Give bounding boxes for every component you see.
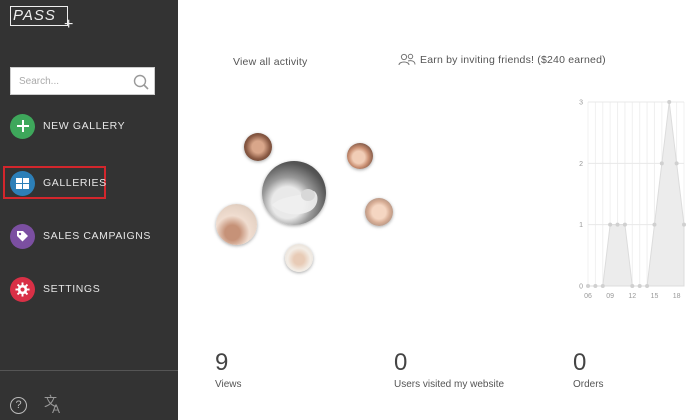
tag-icon bbox=[10, 223, 35, 249]
search-icon[interactable] bbox=[132, 73, 150, 91]
chart-point bbox=[586, 284, 590, 288]
orders-label: Orders bbox=[573, 379, 604, 390]
website-visits-stat: 0 Users visited my website bbox=[394, 349, 505, 391]
translate-icon[interactable]: 文A bbox=[44, 395, 60, 417]
sales-campaigns-label: SALES CAMPAIGNS bbox=[43, 230, 152, 242]
logo[interactable]: PASS + bbox=[10, 6, 74, 33]
chart-point bbox=[674, 161, 679, 166]
people-icon bbox=[398, 53, 416, 66]
photo-bubble-right[interactable] bbox=[365, 198, 393, 226]
sidebar-divider bbox=[0, 370, 178, 371]
chart-y-tick-label: 0 bbox=[579, 284, 583, 291]
website-visits-label: Users visited my website bbox=[394, 379, 505, 390]
galleries-button[interactable]: GALLERIES bbox=[0, 167, 178, 199]
settings-label: SETTINGS bbox=[43, 283, 101, 295]
chart-point bbox=[659, 161, 664, 166]
views-label: Views bbox=[215, 379, 242, 390]
settings-button[interactable]: SETTINGS bbox=[0, 273, 178, 305]
new-gallery-button[interactable]: NEW GALLERY bbox=[0, 110, 178, 142]
new-gallery-label: NEW GALLERY bbox=[43, 120, 126, 132]
chart-point bbox=[667, 100, 672, 104]
website-visits-value: 0 bbox=[394, 349, 408, 376]
sales-campaigns-button[interactable]: SALES CAMPAIGNS bbox=[0, 220, 178, 252]
chart-point bbox=[622, 222, 627, 227]
chart-y-tick-label: 2 bbox=[579, 161, 583, 168]
activity-chart: 012306 09 12 15 18 bbox=[579, 100, 686, 300]
chart-x-tick-label: 06 bbox=[584, 293, 592, 300]
search-box bbox=[10, 67, 155, 95]
chart-point bbox=[593, 284, 598, 288]
gear-icon bbox=[10, 276, 35, 302]
chart-point bbox=[652, 222, 657, 227]
photo-bubble-top-left[interactable] bbox=[244, 133, 272, 161]
chart-y-tick-label: 1 bbox=[579, 222, 583, 229]
chart-x-tick-label: 09 bbox=[606, 293, 614, 300]
chart-point bbox=[637, 284, 642, 288]
chart-x-tick-label: 18 bbox=[673, 293, 681, 300]
chart-point bbox=[615, 222, 620, 227]
chart-x-tick-label: 15 bbox=[651, 293, 659, 300]
chart-point bbox=[682, 222, 686, 227]
invite-label: Earn by inviting friends! ($240 earned) bbox=[420, 53, 606, 66]
logo-text: PASS bbox=[13, 7, 56, 24]
view-all-activity-link[interactable]: View all activity bbox=[233, 56, 307, 68]
photo-bubble-bottom[interactable] bbox=[285, 244, 313, 272]
photo-bubble-left[interactable] bbox=[216, 204, 257, 245]
orders-stat: 0 Orders bbox=[573, 349, 604, 391]
chart-point bbox=[645, 284, 650, 288]
dashboard-main: View all activity Earn by inviting frien… bbox=[178, 0, 688, 420]
sidebar: PASS + NEW GALLERY GALLERIES SALES CAMPA… bbox=[0, 0, 178, 420]
chart-point bbox=[608, 222, 613, 227]
grid-icon bbox=[10, 170, 35, 196]
logo-plus-icon: + bbox=[64, 16, 74, 33]
chart-point bbox=[600, 284, 605, 288]
orders-value: 0 bbox=[573, 349, 587, 376]
photo-bubble-top-right[interactable] bbox=[347, 143, 373, 169]
invite-friends-link[interactable]: Earn by inviting friends! ($240 earned) bbox=[398, 53, 606, 66]
views-value: 9 bbox=[215, 349, 229, 376]
chart-y-tick-label: 3 bbox=[579, 100, 583, 107]
views-stat: 9 Views bbox=[215, 349, 242, 391]
chart-point bbox=[630, 284, 635, 288]
chart-x-tick-label: 12 bbox=[628, 293, 636, 300]
help-icon[interactable]: ? bbox=[10, 397, 27, 414]
galleries-label: GALLERIES bbox=[43, 177, 107, 189]
plus-icon bbox=[10, 113, 35, 139]
photo-bubble-large[interactable] bbox=[262, 161, 326, 225]
search-input[interactable] bbox=[11, 68, 131, 94]
